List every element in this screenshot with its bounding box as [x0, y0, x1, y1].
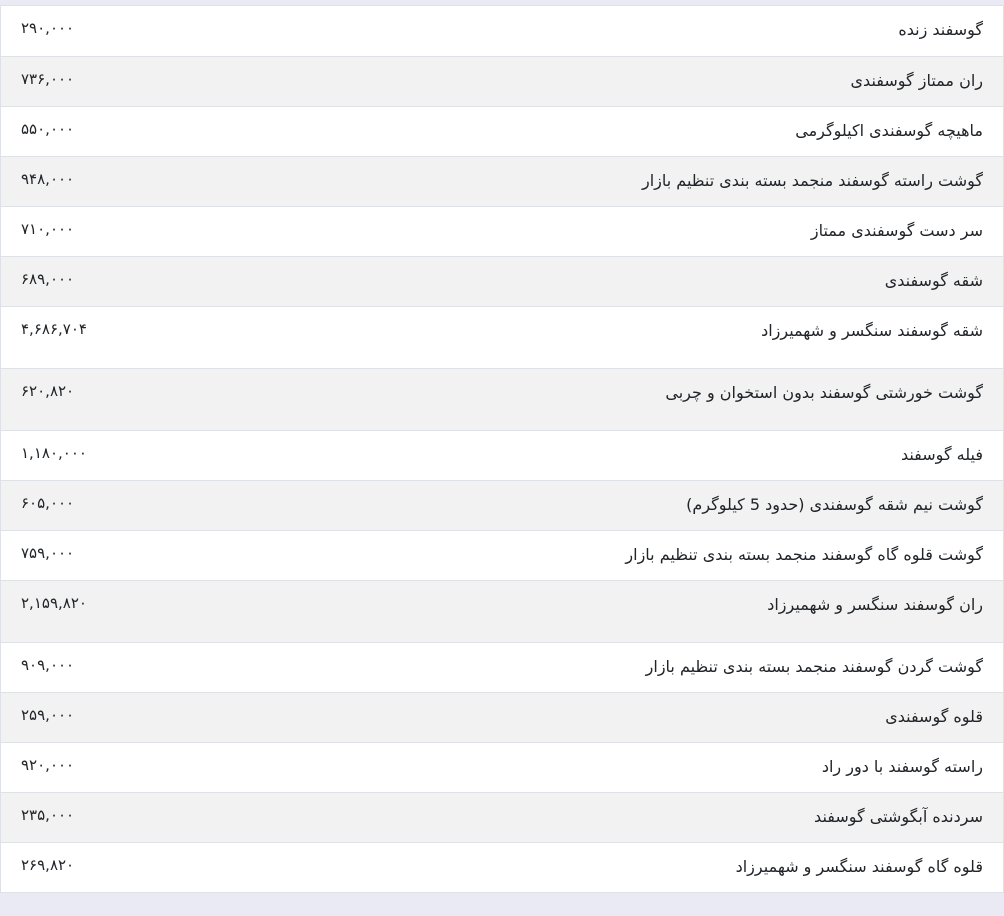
product-name: شقه گوسفند سنگسر و شهمیرزاد — [761, 320, 983, 340]
product-price: ۴,۶۸۶,۷۰۴ — [21, 319, 87, 338]
product-name: فیله گوسفند — [900, 444, 983, 464]
product-price: ۶۰۵,۰۰۰ — [21, 493, 75, 512]
product-price: ۵۵۰,۰۰۰ — [21, 119, 75, 138]
table-row: ماهیچه گوسفندی اکیلوگرمی ۵۵۰,۰۰۰ — [1, 106, 1003, 156]
table-row: گوشت قلوه گاه گوسفند منجمد بسته بندی تنظ… — [1, 530, 1003, 580]
product-name: ران ممتاز گوسفندی — [850, 70, 983, 90]
table-row: راسته گوسفند با دور راد ۹۲۰,۰۰۰ — [1, 742, 1003, 792]
product-price: ۹۴۸,۰۰۰ — [21, 169, 75, 188]
product-price: ۷۳۶,۰۰۰ — [21, 69, 75, 88]
product-price: ۲۹۰,۰۰۰ — [21, 19, 75, 37]
product-name: سر دست گوسفندی ممتاز — [810, 220, 983, 240]
product-name: گوشت گردن گوسفند منجمد بسته بندی تنظیم ب… — [645, 656, 983, 676]
table-row: گوشت راسته گوسفند منجمد بسته بندی تنظیم … — [1, 156, 1003, 206]
product-price: ۲۵۹,۰۰۰ — [21, 705, 75, 724]
product-name: گوشت نیم شقه گوسفندی (حدود 5 کیلوگرم) — [686, 494, 983, 514]
product-name: گوشت قلوه گاه گوسفند منجمد بسته بندی تنظ… — [625, 544, 983, 564]
table-row: شقه گوسفند سنگسر و شهمیرزاد ۴,۶۸۶,۷۰۴ — [1, 306, 1003, 368]
product-name: راسته گوسفند با دور راد — [821, 756, 983, 776]
table-row: گوشت گردن گوسفند منجمد بسته بندی تنظیم ب… — [1, 642, 1003, 692]
product-price: ۱,۱۸۰,۰۰۰ — [21, 443, 87, 462]
price-table: گوسفند زنده ۲۹۰,۰۰۰ ران ممتاز گوسفندی ۷۳… — [1, 6, 1003, 892]
product-name: گوشت راسته گوسفند منجمد بسته بندی تنظیم … — [641, 170, 983, 190]
product-price: ۷۱۰,۰۰۰ — [21, 219, 75, 238]
product-price: ۲,۱۵۹,۸۲۰ — [21, 593, 87, 612]
table-row: قلوه گوسفندی ۲۵۹,۰۰۰ — [1, 692, 1003, 742]
price-table-container: گوسفند زنده ۲۹۰,۰۰۰ ران ممتاز گوسفندی ۷۳… — [0, 5, 1004, 893]
product-price: ۲۳۵,۰۰۰ — [21, 805, 75, 824]
product-price: ۹۲۰,۰۰۰ — [21, 755, 75, 774]
table-row: سردنده آبگوشتی گوسفند ۲۳۵,۰۰۰ — [1, 792, 1003, 842]
page-background-strip — [0, 909, 1004, 916]
product-name: شقه گوسفندی — [884, 270, 983, 290]
product-name: سردنده آبگوشتی گوسفند — [814, 806, 983, 826]
product-name: ماهیچه گوسفندی اکیلوگرمی — [795, 120, 983, 140]
table-row: ران ممتاز گوسفندی ۷۳۶,۰۰۰ — [1, 56, 1003, 106]
product-name: گوشت خورشتی گوسفند بدون استخوان و چربی — [665, 382, 983, 402]
table-row: فیله گوسفند ۱,۱۸۰,۰۰۰ — [1, 430, 1003, 480]
table-row: شقه گوسفندی ۶۸۹,۰۰۰ — [1, 256, 1003, 306]
table-row: قلوه گاه گوسفند سنگسر و شهمیرزاد ۲۶۹,۸۲۰ — [1, 842, 1003, 892]
product-price: ۷۵۹,۰۰۰ — [21, 543, 75, 562]
product-price: ۲۶۹,۸۲۰ — [21, 855, 75, 874]
table-row: سر دست گوسفندی ممتاز ۷۱۰,۰۰۰ — [1, 206, 1003, 256]
product-name: قلوه گوسفندی — [885, 706, 983, 726]
table-row: گوسفند زنده ۲۹۰,۰۰۰ — [1, 6, 1003, 56]
table-row: گوشت خورشتی گوسفند بدون استخوان و چربی ۶… — [1, 368, 1003, 430]
product-price: ۶۲۰,۸۲۰ — [21, 381, 75, 400]
product-price: ۶۸۹,۰۰۰ — [21, 269, 75, 288]
product-price: ۹۰۹,۰۰۰ — [21, 655, 75, 674]
product-name: قلوه گاه گوسفند سنگسر و شهمیرزاد — [735, 856, 983, 876]
product-name: ران گوسفند سنگسر و شهمیرزاد — [767, 594, 983, 614]
product-name: گوسفند زنده — [898, 20, 983, 39]
table-row: ران گوسفند سنگسر و شهمیرزاد ۲,۱۵۹,۸۲۰ — [1, 580, 1003, 642]
table-row: گوشت نیم شقه گوسفندی (حدود 5 کیلوگرم) ۶۰… — [1, 480, 1003, 530]
